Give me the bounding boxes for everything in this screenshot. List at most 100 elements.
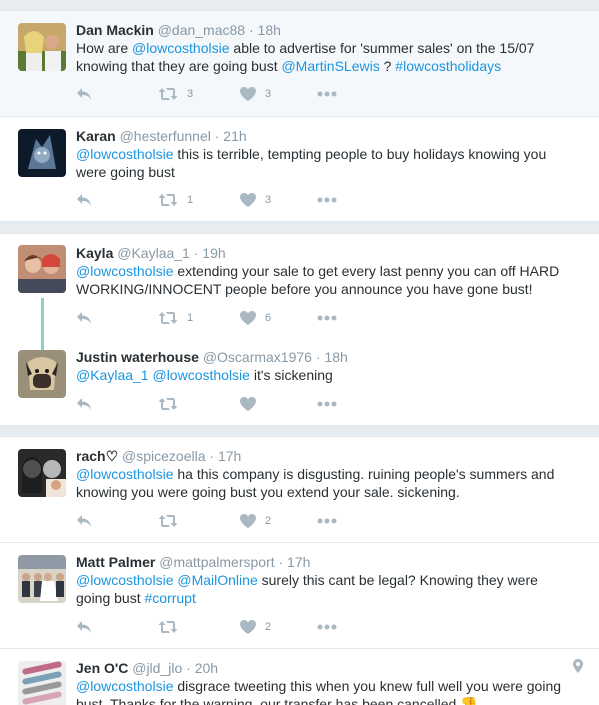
avatar[interactable] <box>18 449 66 497</box>
mention-link[interactable]: @lowcostholsie <box>152 367 249 383</box>
retweet-button[interactable] <box>158 619 187 635</box>
user-handle[interactable]: @Kaylaa_1 <box>117 245 190 261</box>
mention-link[interactable]: @lowcostholsie <box>76 146 173 162</box>
like-count: 2 <box>265 621 272 633</box>
user-name[interactable]: Kayla <box>76 245 113 261</box>
avatar[interactable] <box>18 555 66 603</box>
tweet-card[interactable]: Karan @hesterfunnel · 21h @lowcostholsie… <box>0 116 599 222</box>
timestamp[interactable]: · 18h <box>249 22 281 38</box>
user-handle[interactable]: @spicezoella <box>122 448 205 464</box>
tweet-header: Dan Mackin @dan_mac88 · 18h <box>76 21 281 39</box>
retweet-button[interactable] <box>158 396 187 412</box>
retweet-icon <box>158 620 178 634</box>
like-count: 2 <box>265 515 272 527</box>
retweet-icon <box>158 397 178 411</box>
user-name[interactable]: Karan <box>76 128 116 144</box>
more-button[interactable] <box>317 396 337 412</box>
retweet-button[interactable]: 1 <box>158 192 193 208</box>
like-button[interactable]: 2 <box>240 619 271 635</box>
user-handle[interactable]: @jld_jlo <box>132 660 182 676</box>
retweet-count: 3 <box>187 88 194 100</box>
user-name[interactable]: Matt Palmer <box>76 554 155 570</box>
reply-button[interactable] <box>76 513 92 529</box>
more-button[interactable] <box>317 310 337 326</box>
more-button[interactable] <box>317 192 337 208</box>
user-handle[interactable]: @dan_mac88 <box>158 22 245 38</box>
tweet-text: @lowcostholsie extending your sale to ge… <box>76 262 576 298</box>
retweet-count: 1 <box>187 312 194 324</box>
tweet-header: Justin waterhouse @Oscarmax1976 · 18h <box>76 348 348 366</box>
tweet-actions: 13 <box>76 192 376 208</box>
reply-button[interactable] <box>76 310 92 326</box>
tweet-actions: 2 <box>76 619 376 635</box>
user-handle[interactable]: @Oscarmax1976 <box>203 349 312 365</box>
tweet-text: @lowcostholsie ha this company is disgus… <box>76 465 576 501</box>
tweet-header: Kayla @Kaylaa_1 · 19h <box>76 244 226 262</box>
user-handle[interactable]: @hesterfunnel <box>120 128 211 144</box>
mention-link[interactable]: #corrupt <box>145 590 196 606</box>
mention-link[interactable]: @lowcostholsie <box>76 466 173 482</box>
user-name[interactable]: Justin waterhouse <box>76 349 199 365</box>
tweet-actions: 2 <box>76 513 376 529</box>
location-pin-icon[interactable] <box>573 659 583 678</box>
timestamp[interactable]: · 18h <box>316 349 348 365</box>
reply-button[interactable] <box>76 192 92 208</box>
like-button[interactable]: 2 <box>240 513 271 529</box>
more-dots-icon <box>317 518 337 524</box>
timestamp[interactable]: · 21h <box>215 128 247 144</box>
more-dots-icon <box>317 91 337 97</box>
avatar[interactable] <box>18 661 66 705</box>
more-dots-icon <box>317 401 337 407</box>
user-handle[interactable]: @mattpalmersport <box>159 554 274 570</box>
more-button[interactable] <box>317 619 337 635</box>
tweet-card[interactable]: Dan Mackin @dan_mac88 · 18h How are @low… <box>0 10 599 117</box>
tweet-card[interactable]: Jen O'C @jld_jlo · 20h @lowcostholsie di… <box>0 648 599 705</box>
user-name[interactable]: Dan Mackin <box>76 22 154 38</box>
retweet-button[interactable]: 3 <box>158 86 193 102</box>
mention-link[interactable]: @MartinSLewis <box>281 58 379 74</box>
mention-link[interactable]: @MailOnline <box>177 572 257 588</box>
timestamp[interactable]: · 20h <box>186 660 218 676</box>
thread-line <box>41 298 44 350</box>
reply-icon <box>76 397 92 411</box>
tweet-text-segment: it's sickening <box>249 367 333 383</box>
mention-link[interactable]: @lowcostholsie <box>132 40 229 56</box>
reply-button[interactable] <box>76 396 92 412</box>
more-button[interactable] <box>317 86 337 102</box>
like-button[interactable] <box>240 396 265 412</box>
mention-link[interactable]: @Kaylaa_1 <box>76 367 149 383</box>
reply-button[interactable] <box>76 619 92 635</box>
heart-icon <box>240 193 256 207</box>
like-button[interactable]: 3 <box>240 86 271 102</box>
tweet-text: @Kaylaa_1 @lowcostholsie it's sickening <box>76 366 576 384</box>
reply-icon <box>76 193 92 207</box>
more-button[interactable] <box>317 513 337 529</box>
timestamp[interactable]: · 19h <box>194 245 226 261</box>
mention-link[interactable]: @lowcostholsie <box>76 263 173 279</box>
like-button[interactable]: 6 <box>240 310 271 326</box>
like-count: 3 <box>265 194 272 206</box>
tweet-text: @lowcostholsie this is terrible, temptin… <box>76 145 576 181</box>
avatar[interactable] <box>18 23 66 71</box>
avatar[interactable] <box>18 245 66 293</box>
user-name[interactable]: rach♡ <box>76 448 118 464</box>
tweet-card[interactable]: rach♡ @spicezoella · 17h @lowcostholsie … <box>0 436 599 543</box>
avatar[interactable] <box>18 350 66 398</box>
mention-link[interactable]: @lowcostholsie <box>76 678 173 694</box>
like-button[interactable]: 3 <box>240 192 271 208</box>
tweet-actions: 16 <box>76 310 376 326</box>
user-name[interactable]: Jen O'C <box>76 660 128 676</box>
reply-button[interactable] <box>76 86 92 102</box>
retweet-button[interactable] <box>158 513 187 529</box>
like-count: 6 <box>265 312 272 324</box>
retweet-button[interactable]: 1 <box>158 310 193 326</box>
more-dots-icon <box>317 197 337 203</box>
mention-link[interactable]: @lowcostholsie <box>76 572 173 588</box>
like-count: 3 <box>265 88 272 100</box>
timestamp[interactable]: · 17h <box>209 448 241 464</box>
mention-link[interactable]: #lowcostholidays <box>395 58 501 74</box>
conversation-card[interactable]: Kayla @Kaylaa_1 · 19h @lowcostholsie ext… <box>0 233 599 426</box>
avatar[interactable] <box>18 129 66 177</box>
tweet-card[interactable]: Matt Palmer @mattpalmersport · 17h @lowc… <box>0 542 599 649</box>
timestamp[interactable]: · 17h <box>279 554 311 570</box>
